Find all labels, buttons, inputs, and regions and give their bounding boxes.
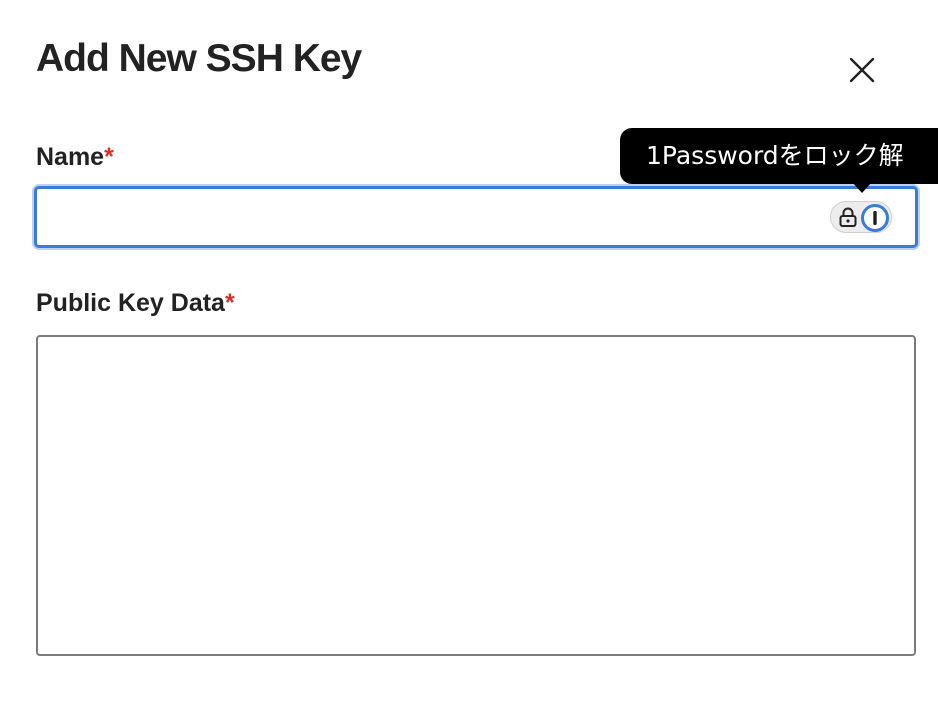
name-input[interactable] xyxy=(37,189,817,245)
tooltip-arrow xyxy=(852,182,872,193)
name-label-text: Name xyxy=(36,143,105,171)
1password-logo-icon xyxy=(861,204,889,232)
public-key-required-marker: * xyxy=(224,289,235,317)
1password-tooltip: 1Passwordをロック解 xyxy=(620,128,938,184)
name-field-wrapper xyxy=(34,186,918,248)
close-icon xyxy=(849,57,875,83)
dialog-title: Add New SSH Key xyxy=(36,37,362,80)
lock-icon xyxy=(839,207,857,227)
name-label: Name* xyxy=(36,142,114,172)
close-button[interactable] xyxy=(842,50,882,90)
name-required-marker: * xyxy=(104,143,114,171)
public-key-label-text: Public Key Data xyxy=(36,289,225,317)
public-key-textarea[interactable] xyxy=(36,335,916,656)
1password-button[interactable] xyxy=(830,201,892,233)
add-ssh-key-dialog: Add New SSH Key Name* Public Key Data* 1… xyxy=(0,0,938,728)
public-key-label: Public Key Data* xyxy=(36,288,235,318)
